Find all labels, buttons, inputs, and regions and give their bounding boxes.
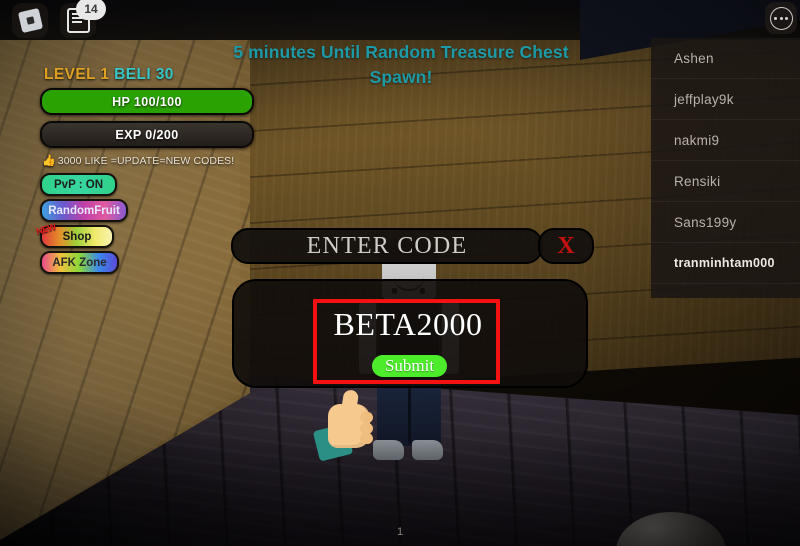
player-list-item[interactable]: Ashen [651, 38, 800, 79]
afk-zone-label: AFK Zone [52, 256, 107, 269]
shop-button-label: Shop [62, 230, 92, 243]
player-name: Sans199y [674, 214, 737, 230]
three-dots-icon [769, 6, 793, 30]
code-input-field[interactable]: ENTER CODE [231, 228, 543, 264]
player-list-item[interactable]: jeffplay9k [651, 79, 800, 120]
pvp-toggle-button[interactable]: PvP : ON [40, 173, 117, 196]
like-promo-text: 👍 3000 LIKE =UPDATE=NEW CODES! [42, 154, 254, 168]
player-name: Rensiki [674, 173, 721, 189]
player-list-item[interactable]: Sans199y [651, 202, 800, 243]
health-bar-text: HP 100/100 [112, 94, 182, 109]
health-bar: HP 100/100 [40, 88, 254, 115]
random-fruit-button[interactable]: RandomFruit [40, 199, 128, 222]
player-list-item[interactable]: Rensiki [651, 161, 800, 202]
more-options-button[interactable] [765, 2, 797, 34]
game-screen: 14 Ashen jeffplay9k nakmi9 Rensiki Sans1… [0, 0, 800, 546]
player-list-item[interactable]: nakmi9 [651, 120, 800, 161]
pointing-hand-cursor-icon [312, 389, 388, 472]
shop-button[interactable]: NEW Shop [35, 221, 114, 248]
exp-bar-text: EXP 0/200 [115, 127, 179, 142]
player-name: tranminhtam000 [674, 256, 775, 270]
player-list-item-self[interactable]: tranminhtam000 [651, 243, 800, 284]
roblox-logo-icon [17, 7, 43, 34]
exp-bar: EXP 0/200 [40, 121, 254, 148]
level-label: LEVEL 1 [44, 66, 110, 83]
roblox-topbar: 14 [12, 0, 106, 38]
beli-label: BELI 30 [114, 66, 174, 83]
player-hud: LEVEL 1 BELI 30 HP 100/100 EXP 0/200 👍 3… [35, 66, 254, 277]
pvp-button-label: PvP : ON [54, 178, 103, 191]
roblox-menu-button[interactable] [12, 3, 48, 38]
player-list-panel: Ashen jeffplay9k nakmi9 Rensiki Sans199y… [651, 38, 800, 298]
cursor-knuckles [360, 412, 373, 423]
random-fruit-label: RandomFruit [48, 204, 120, 217]
chat-button[interactable]: 14 [60, 0, 106, 38]
bottom-counter: 1 [396, 526, 404, 538]
close-dialog-button[interactable]: X [538, 228, 594, 264]
player-name: jeffplay9k [674, 91, 734, 107]
afk-zone-button[interactable]: AFK Zone [40, 251, 119, 274]
like-promo-label: 3000 LIKE =UPDATE=NEW CODES! [57, 154, 235, 167]
player-name: nakmi9 [674, 132, 720, 148]
annotation-highlight-box [313, 299, 500, 384]
player-name: Ashen [674, 50, 714, 66]
code-input-placeholder: ENTER CODE [306, 232, 468, 259]
avatar-right-shoe [412, 440, 443, 460]
chat-badge: 14 [76, 0, 106, 20]
floor-corner-shadow [0, 380, 300, 546]
announcement-banner: 5 minutes Until Random Treasure Chest Sp… [233, 42, 569, 87]
thumbs-up-icon: 👍 [42, 155, 56, 167]
close-icon: X [557, 232, 575, 259]
